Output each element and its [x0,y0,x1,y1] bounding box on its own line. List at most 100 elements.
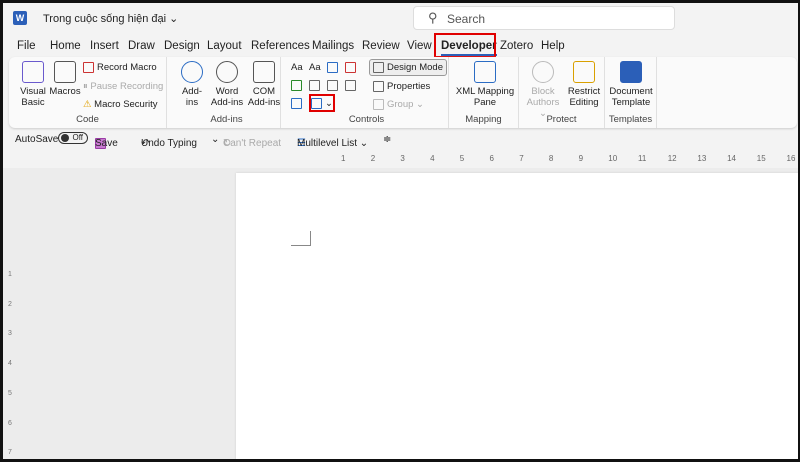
gear-icon [216,61,238,83]
com-addins-icon [253,61,275,83]
autosave-toggle[interactable]: Off [58,132,88,144]
label: Word Add-ins [210,86,244,108]
ruler-tick-label: 13 [697,154,707,163]
group-templates: Document Template Templates [605,57,657,128]
vertical-ruler[interactable]: 1 2 3 4 5 6 7 [7,173,17,459]
document-template-button[interactable]: Document Template [607,61,655,108]
visual-basic-button[interactable]: Visual Basic [13,61,53,108]
group-protect: Block Authors ⌄ Restrict Editing Protect [519,57,605,128]
autosave-label: AutoSave [15,134,59,145]
label: Record Macro [97,62,157,74]
ruler-tick-label: 6 [8,419,12,427]
label: Restrict Editing [567,86,601,108]
ruler-tick-label: 7 [519,154,524,163]
tab-view[interactable]: View [407,40,432,52]
group-label: Add-ins [210,114,243,125]
undo-dropdown[interactable]: ⌄ [211,134,219,145]
group-label: Controls [348,114,385,125]
block-authors-icon [532,61,554,83]
customize-qat-button[interactable]: ≑ [383,134,391,145]
ruler-tick-label: 9 [578,154,584,163]
ruler-tick-label: 5 [459,154,465,163]
warning-icon: ⚠ [83,99,95,110]
search-box[interactable]: ⚲ Search [413,6,675,30]
search-placeholder: Search [447,12,486,26]
pause-recording-button[interactable]: ⏸ Pause Recording [83,81,163,92]
horizontal-ruler[interactable]: 1 2 3 4 5 6 7 8 9 10 11 12 13 14 15 16 [236,154,796,166]
date-picker-icon[interactable] [345,80,359,91]
tab-references[interactable]: References [251,40,310,52]
ruler-tick-label: 16 [786,154,796,163]
tab-home[interactable]: Home [50,40,81,52]
tab-draw[interactable]: Draw [128,40,155,52]
picture-control-icon[interactable] [327,62,341,73]
title-bar: W Trong cuộc sống hiện đại ⌄ ⚲ Search [3,3,798,33]
tab-file[interactable]: File [17,40,36,52]
xml-mapping-icon [474,61,496,83]
dropdown-list-icon[interactable] [327,80,341,91]
group-code: Visual Basic Macros Record Macro ⏸ Pause… [9,57,167,128]
ruler-tick-label: 1 [341,154,346,163]
record-macro-button[interactable]: Record Macro [83,62,157,73]
word-addins-button[interactable]: Word Add-ins [209,61,245,108]
ruler-tick-label: 3 [400,154,405,163]
plain-text-control[interactable]: Aa [309,62,321,73]
ruler-tick-label: 14 [727,154,736,163]
label: Group ⌄ [387,99,425,111]
properties-button[interactable]: Properties [373,81,430,92]
checkbox-control-icon[interactable] [291,80,305,91]
building-block-icon[interactable] [345,62,359,73]
document-title[interactable]: Trong cuộc sống hiện đại ⌄ [43,12,178,25]
macros-button[interactable]: Macros [49,61,81,97]
restrict-editing-button[interactable]: Restrict Editing [565,61,603,108]
group-button[interactable]: Group ⌄ [373,99,424,110]
group-label: Code [76,114,99,125]
ruler-tick-label: 8 [548,154,554,163]
word-window: W Trong cuộc sống hiện đại ⌄ ⚲ Search Fi… [0,0,800,462]
macro-security-button[interactable]: ⚠ Macro Security [83,99,158,110]
design-mode-button[interactable]: Design Mode [369,59,447,77]
tab-review[interactable]: Review [362,40,400,52]
label: Document Template [609,86,653,108]
visual-basic-icon [22,61,44,83]
label: Save [95,138,118,149]
group-label: Templates [608,114,653,125]
margin-corner-mark [291,231,311,246]
block-authors-button[interactable]: Block Authors ⌄ [523,61,563,119]
legacy-tools-highlight [309,94,335,112]
label: Add-ins [181,86,203,108]
com-addins-button[interactable]: COM Add-ins [247,61,281,108]
group-controls: Aa Aa ⌄ Design Mode Properties Group ⌄ C… [285,57,449,128]
label: XML Mapping Pane [455,86,515,108]
rich-text-control[interactable]: Aa [291,62,303,73]
xml-mapping-pane-button[interactable]: XML Mapping Pane [453,61,517,108]
document-page[interactable] [236,173,798,459]
tab-insert[interactable]: Insert [90,40,119,52]
ribbon-tabs: File Home Insert Draw Design Layout Refe… [3,37,798,57]
ruler-tick-label: 10 [608,154,618,163]
tab-help[interactable]: Help [541,40,565,52]
addins-icon [181,61,203,83]
label: Can't Repeat [223,138,282,149]
label: Macros [49,86,81,97]
tab-design[interactable]: Design [164,40,200,52]
quick-access-toolbar: AutoSave Off Save ↶ Undo Typing ⌄ ↻ Can'… [9,130,797,150]
label: Visual Basic [20,86,46,108]
label: Design Mode [387,62,443,74]
ruler-tick-label: 5 [8,389,12,397]
ruler-tick-label: 1 [8,271,12,278]
addins-button[interactable]: Add-ins [177,61,207,108]
ruler-tick-label: 6 [489,154,494,163]
repeating-section-icon[interactable] [291,98,305,109]
ruler-tick-label: 4 [430,154,435,163]
search-icon: ⚲ [428,10,438,25]
tab-layout[interactable]: Layout [207,40,242,52]
macros-icon [54,61,76,83]
tab-mailings[interactable]: Mailings [312,40,354,52]
group-mapping: XML Mapping Pane Mapping [449,57,519,128]
ruler-tick-label: 12 [667,154,677,163]
tab-zotero[interactable]: Zotero [500,40,533,52]
label: Pause Recording [90,81,164,92]
label: Properties [387,81,431,93]
combo-box-icon[interactable] [309,80,323,91]
